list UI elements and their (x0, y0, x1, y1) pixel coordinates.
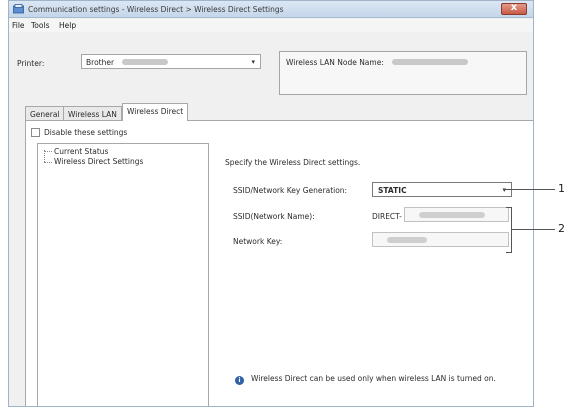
close-icon: x (510, 2, 518, 13)
tree-item-current-status[interactable]: Current Status (54, 147, 108, 156)
printer-model-redacted (122, 59, 168, 65)
tree-line (44, 151, 52, 152)
key-generation-label: SSID/Network Key Generation: (233, 186, 348, 195)
network-key-redacted (387, 237, 427, 243)
settings-tree: Current Status Wireless Direct Settings (37, 143, 209, 406)
tree-line (44, 162, 52, 163)
key-generation-select[interactable]: STATIC ▾ (372, 182, 512, 197)
tab-wireless-direct[interactable]: Wireless Direct (122, 103, 189, 121)
menu-help[interactable]: Help (59, 21, 76, 30)
callout-line-1 (503, 189, 555, 190)
printer-select[interactable]: Brother ▾ (81, 54, 261, 69)
disable-settings-checkbox[interactable] (31, 128, 40, 137)
disable-settings-label: Disable these settings (44, 128, 128, 137)
app-icon (13, 4, 24, 14)
callout-number-2: 2 (558, 222, 565, 235)
node-name-box: Wireless LAN Node Name: (279, 51, 527, 95)
printer-label: Printer: (17, 59, 45, 68)
ssid-label: SSID(Network Name): (233, 212, 315, 221)
node-name-redacted (392, 59, 468, 65)
ssid-prefix: DIRECT- (372, 212, 402, 221)
settings-description: Specify the Wireless Direct settings. (225, 158, 361, 167)
ssid-input[interactable] (404, 207, 509, 222)
callout-bracket-2 (506, 207, 512, 253)
printer-select-value: Brother (86, 58, 115, 67)
chevron-down-icon: ▾ (502, 186, 506, 194)
network-key-input[interactable] (372, 232, 509, 247)
callout-line-2 (512, 229, 555, 230)
window-title: Communication settings - Wireless Direct… (28, 5, 284, 14)
menu-bar: File Tools Help (9, 19, 533, 32)
ssid-value-redacted (419, 212, 485, 218)
communication-settings-window: Communication settings - Wireless Direct… (8, 0, 534, 407)
menu-file[interactable]: File (12, 21, 25, 30)
menu-tools[interactable]: Tools (31, 21, 49, 30)
info-icon: i (235, 376, 244, 385)
network-key-label: Network Key: (233, 237, 283, 246)
close-button[interactable]: x (501, 2, 527, 15)
tab-wireless-lan[interactable]: Wireless LAN (63, 106, 122, 120)
callout-number-1: 1 (558, 182, 565, 195)
key-generation-value: STATIC (378, 186, 407, 195)
node-name-label: Wireless LAN Node Name: (286, 58, 384, 67)
tree-item-wireless-direct-settings[interactable]: Wireless Direct Settings (54, 157, 143, 166)
chevron-down-icon: ▾ (251, 58, 255, 66)
title-bar[interactable]: Communication settings - Wireless Direct… (9, 1, 533, 18)
tab-general[interactable]: General (25, 106, 65, 120)
info-message: Wireless Direct can be used only when wi… (251, 374, 496, 383)
